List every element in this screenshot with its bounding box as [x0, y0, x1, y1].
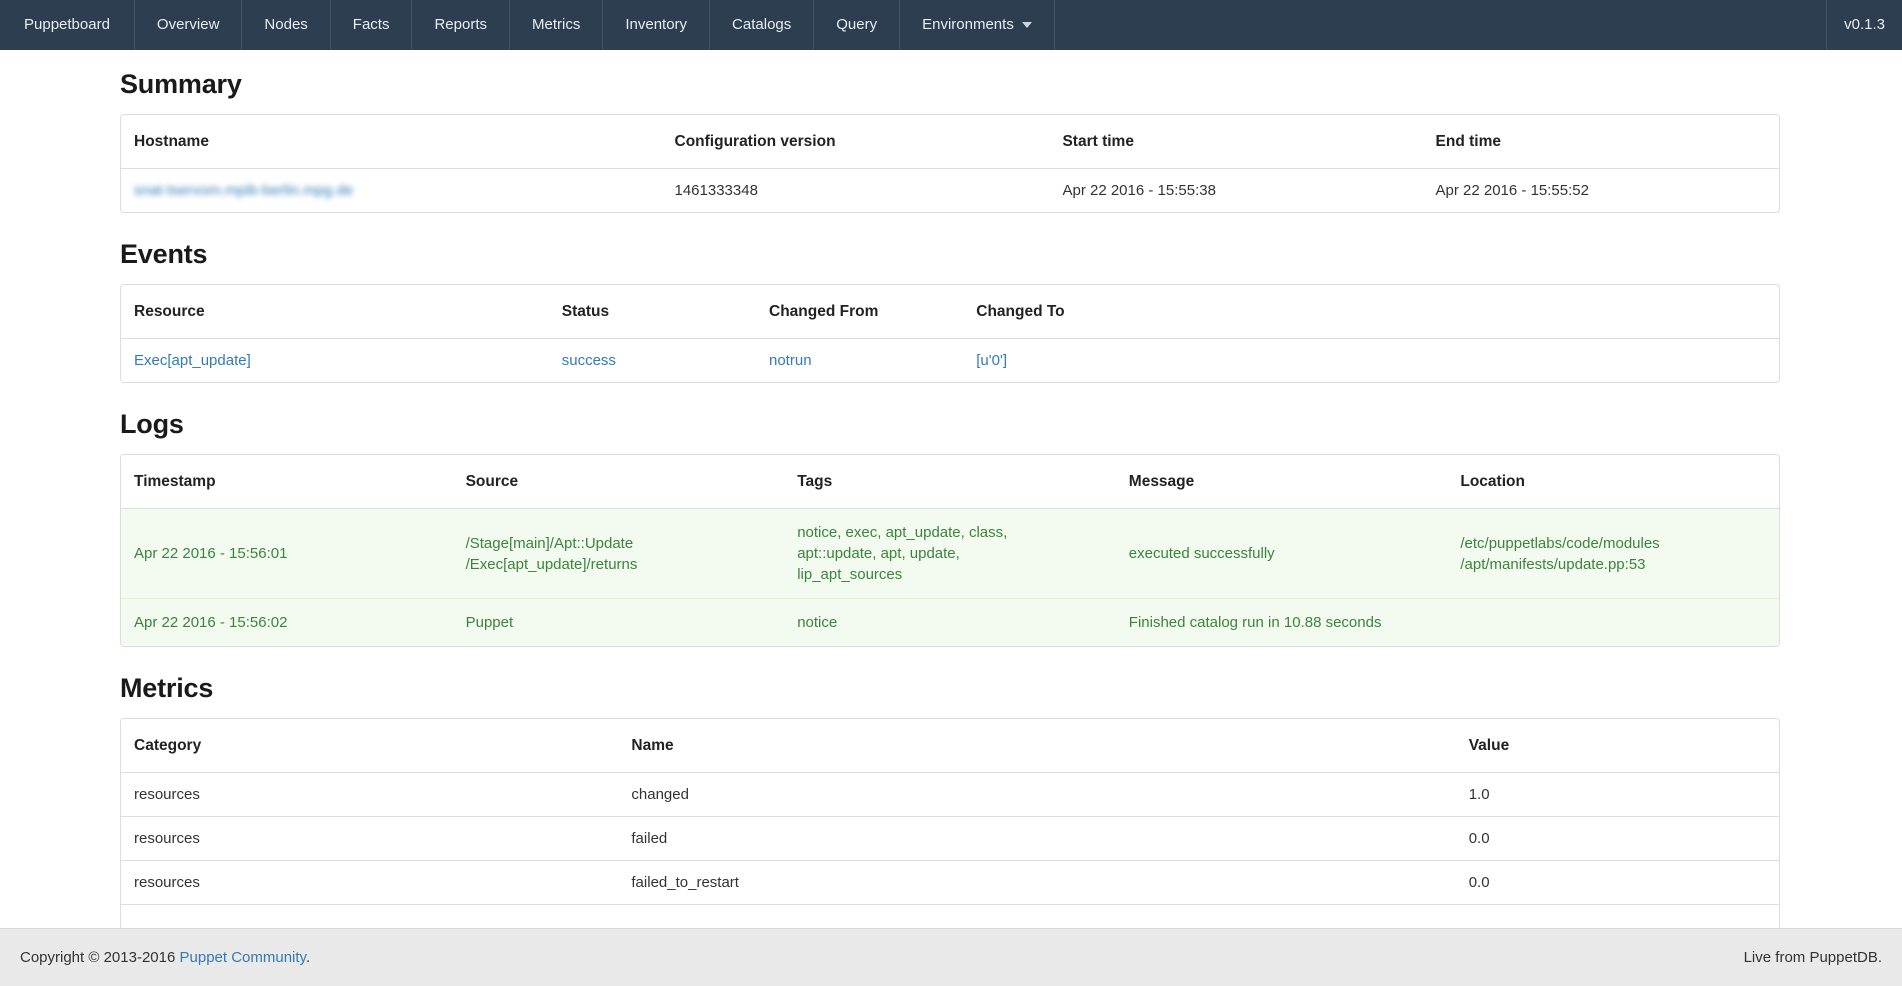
cell-message: Finished catalog run in 10.88 seconds	[1116, 599, 1448, 647]
events-panel: Resource Status Changed From Changed To …	[120, 284, 1780, 383]
table-header-row: Resource Status Changed From Changed To	[121, 285, 1779, 339]
summary-heading: Summary	[120, 69, 1780, 100]
column-header-location: Location	[1447, 455, 1779, 509]
cell-changed-from: notrun	[756, 339, 963, 383]
environments-label: Environments	[922, 16, 1014, 33]
main-content: Summary Hostname Configuration version S…	[120, 69, 1780, 950]
metrics-table: Category Name Value resources changed 1.…	[121, 719, 1779, 949]
resource-link[interactable]: Exec[apt_update]	[134, 352, 251, 369]
footer-copyright: Copyright © 2013-2016 Puppet Community.	[20, 949, 310, 966]
cell-tags: notice, exec, apt_update, class, apt::up…	[784, 509, 1116, 599]
navbar: Puppetboard Overview Nodes Facts Reports…	[0, 0, 1902, 50]
logs-heading: Logs	[120, 409, 1780, 440]
cell-category: resources	[121, 861, 618, 905]
nav-item-query[interactable]: Query	[814, 0, 900, 50]
cell-resource: Exec[apt_update]	[121, 339, 549, 383]
column-header-message: Message	[1116, 455, 1448, 509]
logs-panel: Timestamp Source Tags Message Location A…	[120, 454, 1780, 647]
table-header-row: Timestamp Source Tags Message Location	[121, 455, 1779, 509]
footer: Copyright © 2013-2016 Puppet Community. …	[0, 928, 1902, 986]
column-header-hostname: Hostname	[121, 115, 662, 169]
table-row: Apr 22 2016 - 15:56:02 Puppet notice Fin…	[121, 599, 1779, 647]
nav-item-overview[interactable]: Overview	[135, 0, 243, 50]
table-header-row: Hostname Configuration version Start tim…	[121, 115, 1779, 169]
cell-tags: notice	[784, 599, 1116, 647]
column-header-config-version: Configuration version	[662, 115, 1050, 169]
changed-from-link[interactable]: notrun	[769, 352, 812, 369]
cell-message: executed successfully	[1116, 509, 1448, 599]
table-row: Apr 22 2016 - 15:56:01 /Stage[main]/Apt:…	[121, 509, 1779, 599]
cell-name: failed	[618, 817, 1455, 861]
nav-item-inventory[interactable]: Inventory	[603, 0, 710, 50]
column-header-status: Status	[549, 285, 756, 339]
metrics-section: Metrics Category Name Value resources ch…	[120, 673, 1780, 950]
cell-changed-to: [u'0']	[963, 339, 1779, 383]
footer-source-text: Live from PuppetDB.	[1744, 949, 1882, 966]
nav-dropdown-environments[interactable]: Environments	[900, 0, 1055, 50]
column-header-source: Source	[453, 455, 785, 509]
cell-location: /etc/puppetlabs/code/modules /apt/manife…	[1447, 509, 1779, 599]
table-header-row: Category Name Value	[121, 719, 1779, 773]
cell-value: 0.0	[1456, 861, 1779, 905]
cell-status: success	[549, 339, 756, 383]
summary-panel: Hostname Configuration version Start tim…	[120, 114, 1780, 213]
column-header-timestamp: Timestamp	[121, 455, 453, 509]
navbar-brand[interactable]: Puppetboard	[0, 0, 135, 50]
status-link[interactable]: success	[562, 352, 616, 369]
cell-value: 0.0	[1456, 817, 1779, 861]
cell-hostname: snat-tservom.mpib-berlin.mpg.de	[121, 169, 662, 213]
events-table: Resource Status Changed From Changed To …	[121, 285, 1779, 382]
events-heading: Events	[120, 239, 1780, 270]
column-header-end-time: End time	[1423, 115, 1779, 169]
cell-name: failed_to_restart	[618, 861, 1455, 905]
cell-timestamp: Apr 22 2016 - 15:56:02	[121, 599, 453, 647]
cell-timestamp: Apr 22 2016 - 15:56:01	[121, 509, 453, 599]
cell-source: Puppet	[453, 599, 785, 647]
column-header-start-time: Start time	[1049, 115, 1422, 169]
summary-section: Summary Hostname Configuration version S…	[120, 69, 1780, 213]
column-header-changed-from: Changed From	[756, 285, 963, 339]
hostname-link[interactable]: snat-tservom.mpib-berlin.mpg.de	[134, 182, 353, 199]
nav-item-facts[interactable]: Facts	[331, 0, 413, 50]
column-header-tags: Tags	[784, 455, 1116, 509]
cell-end-time: Apr 22 2016 - 15:55:52	[1423, 169, 1779, 213]
logs-section: Logs Timestamp Source Tags Message Locat…	[120, 409, 1780, 647]
cell-name: changed	[618, 773, 1455, 817]
chevron-down-icon	[1022, 22, 1032, 28]
column-header-value: Value	[1456, 719, 1779, 773]
metrics-heading: Metrics	[120, 673, 1780, 704]
table-row: resources changed 1.0	[121, 773, 1779, 817]
column-header-name: Name	[618, 719, 1455, 773]
table-row: Exec[apt_update] success notrun [u'0']	[121, 339, 1779, 383]
changed-to-link[interactable]: [u'0']	[976, 352, 1007, 369]
cell-location	[1447, 599, 1779, 647]
copyright-period: .	[306, 949, 310, 966]
nav-item-nodes[interactable]: Nodes	[242, 0, 330, 50]
column-header-category: Category	[121, 719, 618, 773]
cell-value: 1.0	[1456, 773, 1779, 817]
summary-table: Hostname Configuration version Start tim…	[121, 115, 1779, 212]
table-row: snat-tservom.mpib-berlin.mpg.de 14613333…	[121, 169, 1779, 213]
copyright-text: Copyright © 2013-2016	[20, 949, 175, 966]
column-header-resource: Resource	[121, 285, 549, 339]
column-header-changed-to: Changed To	[963, 285, 1779, 339]
table-row: resources failed 0.0	[121, 817, 1779, 861]
navbar-spacer	[1055, 0, 1826, 50]
table-row: resources failed_to_restart 0.0	[121, 861, 1779, 905]
cell-config-version: 1461333348	[662, 169, 1050, 213]
events-section: Events Resource Status Changed From Chan…	[120, 239, 1780, 383]
logs-table: Timestamp Source Tags Message Location A…	[121, 455, 1779, 646]
cell-category: resources	[121, 773, 618, 817]
nav-item-reports[interactable]: Reports	[412, 0, 510, 50]
navbar-version: v0.1.3	[1826, 0, 1902, 50]
nav-item-metrics[interactable]: Metrics	[510, 0, 603, 50]
metrics-panel: Category Name Value resources changed 1.…	[120, 718, 1780, 950]
cell-start-time: Apr 22 2016 - 15:55:38	[1049, 169, 1422, 213]
nav-item-catalogs[interactable]: Catalogs	[710, 0, 814, 50]
cell-category: resources	[121, 817, 618, 861]
puppet-community-link[interactable]: Puppet Community	[180, 949, 306, 966]
cell-source: /Stage[main]/Apt::Update /Exec[apt_updat…	[453, 509, 785, 599]
